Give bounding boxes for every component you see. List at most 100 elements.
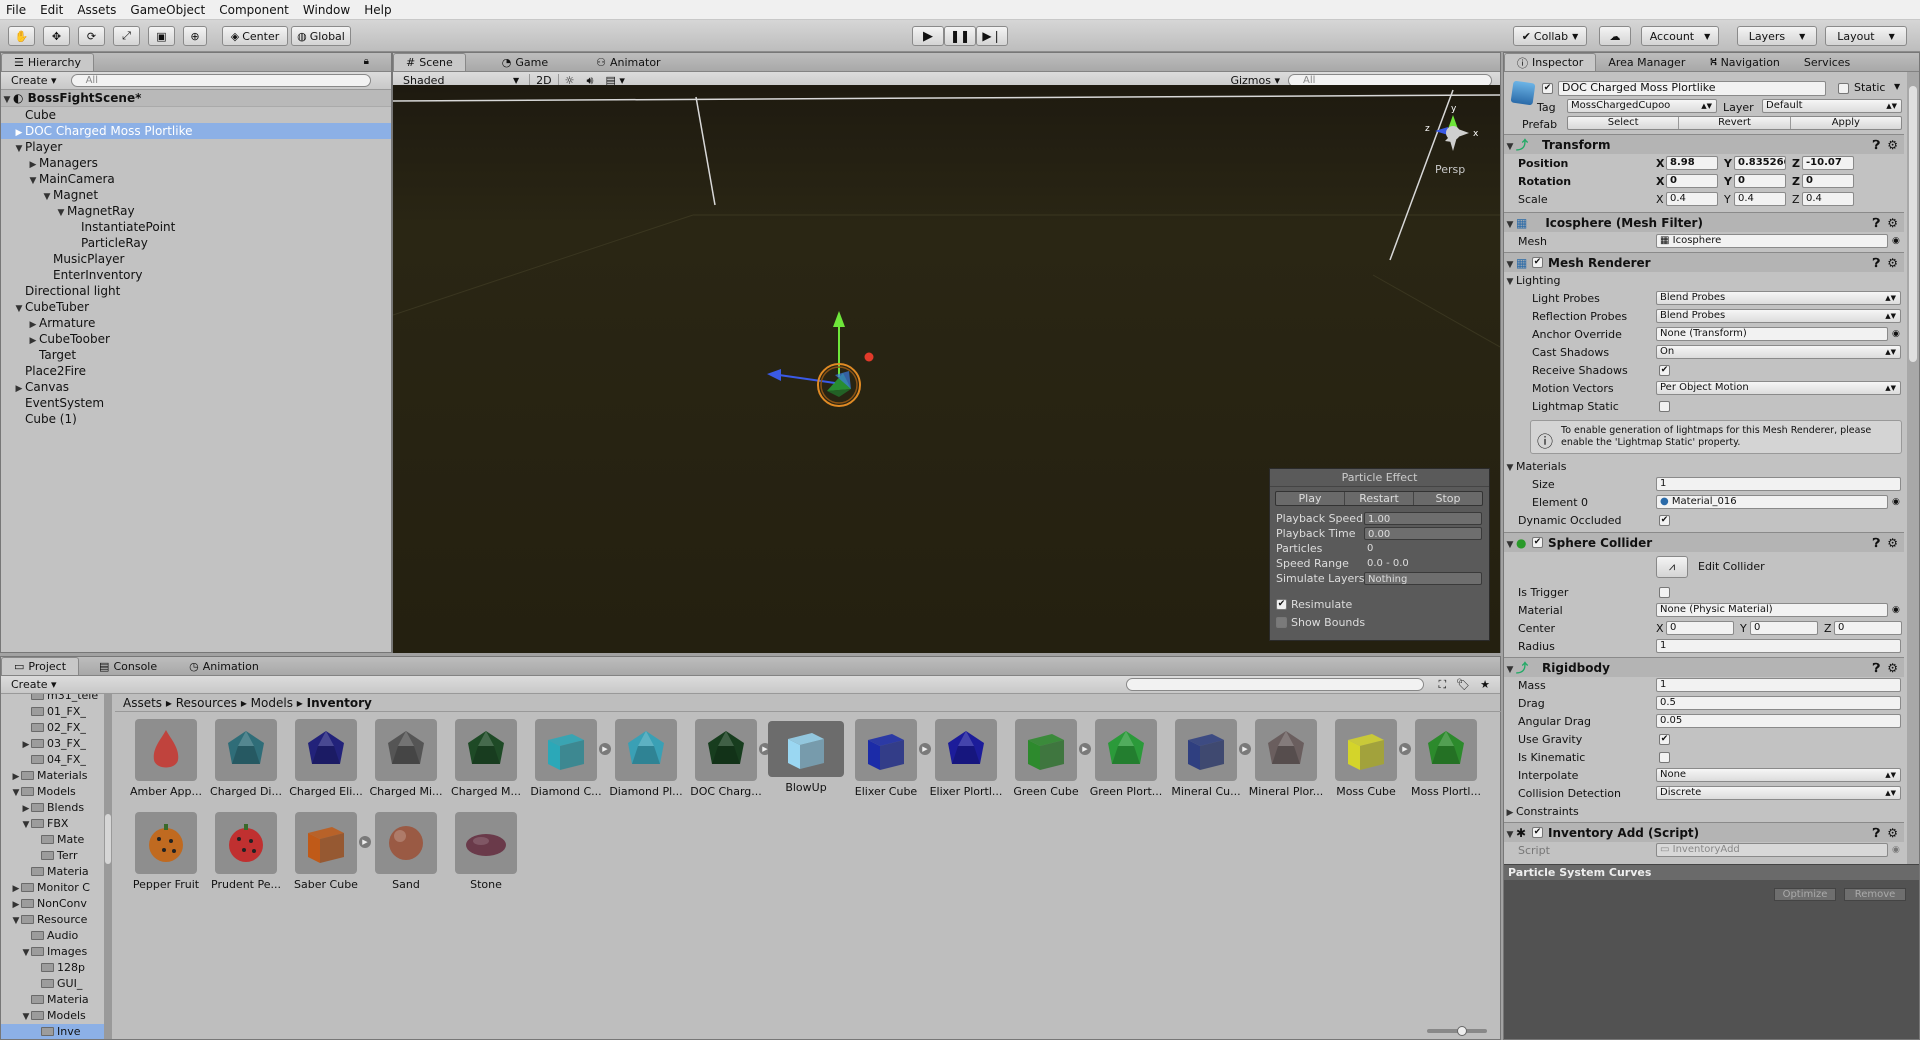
hierarchy-item[interactable]: EnterInventory [1, 267, 391, 283]
optimize-button[interactable]: Optimize [1774, 888, 1836, 901]
scale-x-field[interactable]: 0.4 [1666, 192, 1718, 206]
receive-shadows-checkbox[interactable]: ✔ [1659, 365, 1670, 376]
folder-tree-item[interactable]: m31_tele [1, 694, 109, 704]
asset-item[interactable]: Charged M... [447, 719, 525, 811]
tab-animator[interactable]: ⚇ Animator [584, 53, 672, 71]
gear-icon[interactable]: ⚙ [1887, 213, 1898, 233]
resimulate-row[interactable]: ✔ Resimulate [1276, 598, 1352, 611]
cast-shadows-dropdown[interactable]: On ▲▼ [1656, 345, 1901, 359]
help-icon[interactable]: ❓︎ [1873, 658, 1880, 678]
scale-y-field[interactable]: 0.4 [1734, 192, 1786, 206]
asset-item[interactable]: Diamond C... ▶ [527, 719, 611, 811]
breadcrumb-assets[interactable]: Assets [123, 696, 162, 710]
object-name-field[interactable]: DOC Charged Moss Plortlike [1558, 81, 1826, 96]
move-tool-button[interactable]: ✥ [43, 26, 70, 46]
asset-item[interactable]: Mineral Plor... [1247, 719, 1325, 811]
asset-item[interactable]: Charged Mi... [367, 719, 445, 811]
chevron-right-icon[interactable]: ▶ [11, 881, 21, 896]
help-icon[interactable]: ❓︎ [1873, 253, 1880, 273]
rotation-x-field[interactable]: 0 [1666, 174, 1718, 188]
lock-icon[interactable]: 🔒︎ [364, 56, 369, 67]
reflection-probes-dropdown[interactable]: Blend Probes ▲▼ [1656, 309, 1901, 323]
asset-item[interactable]: Moss Cube ▶ [1327, 719, 1411, 811]
layer-dropdown[interactable]: Default ▲▼ [1762, 99, 1902, 113]
hand-tool-button[interactable]: ✋ [8, 26, 35, 46]
hierarchy-item[interactable]: Target [1, 347, 391, 363]
prefab-select-button[interactable]: Select [1568, 117, 1678, 129]
chevron-right-icon[interactable]: ▶ [11, 769, 21, 784]
inspector-scrollbar[interactable] [1907, 72, 1919, 904]
rotate-tool-button[interactable]: ⟳ [78, 26, 105, 46]
particle-restart-button[interactable]: Restart [1344, 492, 1414, 505]
rigidbody-header[interactable]: ▼ ⤴ Rigidbody ❓︎ ⚙ [1504, 657, 1904, 677]
menu-help[interactable]: Help [364, 3, 391, 17]
inventory-add-enabled-checkbox[interactable]: ✔ [1532, 827, 1543, 838]
chevron-down-icon[interactable]: ▼ [1504, 137, 1516, 157]
breadcrumb-models[interactable]: Models [251, 696, 293, 710]
collision-detection-dropdown[interactable]: Discrete ▲▼ [1656, 786, 1901, 800]
help-icon[interactable]: ❓︎ [1873, 213, 1880, 233]
folder-tree-item[interactable]: Inve [1, 1024, 109, 1039]
cloud-button[interactable]: ☁ [1599, 26, 1631, 46]
folder-tree-item[interactable]: ▼ Models [1, 784, 109, 800]
folder-tree-item[interactable]: 01_FX_ [1, 704, 109, 720]
asset-item[interactable]: Amber App... [127, 719, 205, 811]
lighting-foldout[interactable]: ▼ Lighting [1504, 272, 1904, 289]
interpolate-dropdown[interactable]: None ▲▼ [1656, 768, 1901, 782]
inventory-add-header[interactable]: ▼ ✱ ✔ Inventory Add (Script) ❓︎ ⚙ [1504, 822, 1904, 842]
account-dropdown[interactable]: Account ▼ [1641, 26, 1719, 46]
chevron-down-icon[interactable]: ▼ [11, 785, 21, 800]
hierarchy-item[interactable]: Directional light [1, 283, 391, 299]
particle-curves-area[interactable]: Optimize Remove [1504, 880, 1919, 1039]
chevron-down-icon[interactable]: ▼ [21, 1009, 31, 1024]
hierarchy-item[interactable]: Place2Fire [1, 363, 391, 379]
menu-gameobject[interactable]: GameObject [130, 3, 205, 17]
motion-vectors-dropdown[interactable]: Per Object Motion ▲▼ [1656, 381, 1901, 395]
step-button[interactable]: ▶❘ [976, 26, 1008, 46]
particle-stat-value[interactable]: 0.00 [1364, 527, 1482, 540]
is-kinematic-checkbox[interactable] [1659, 752, 1670, 763]
hierarchy-item[interactable]: MusicPlayer [1, 251, 391, 267]
show-bounds-row[interactable]: Show Bounds [1276, 616, 1365, 629]
folder-tree-item[interactable]: ▼ FBX [1, 816, 109, 832]
chevron-down-icon[interactable]: ▼ [1894, 82, 1900, 91]
help-icon[interactable]: ❓︎ [1873, 823, 1880, 843]
gear-icon[interactable]: ⚙ [1887, 658, 1898, 678]
hierarchy-item[interactable]: EventSystem [1, 395, 391, 411]
project-search-input[interactable] [1126, 678, 1425, 691]
asset-item[interactable]: Green Cube ▶ [1007, 719, 1091, 811]
hierarchy-item[interactable]: InstantiatePoint [1, 219, 391, 235]
chevron-down-icon[interactable]: ▼ [1504, 460, 1516, 477]
lightmap-static-checkbox[interactable] [1659, 401, 1670, 412]
help-icon[interactable]: ❓︎ [1873, 135, 1880, 155]
menu-assets[interactable]: Assets [77, 3, 116, 17]
pause-button[interactable]: ❚❚ [944, 26, 976, 46]
layers-dropdown[interactable]: Layers ▼ [1737, 26, 1817, 46]
active-checkbox[interactable]: ✔ [1542, 83, 1553, 94]
hierarchy-item[interactable]: ▶ DOC Charged Moss Plortlike [1, 123, 391, 139]
chevron-right-icon[interactable]: ▶ [1504, 805, 1516, 822]
hierarchy-item[interactable]: ▶ Managers [1, 155, 391, 171]
prefab-apply-button[interactable]: Apply [1791, 117, 1901, 129]
tab-inspector[interactable]: ⓘ Inspector [1504, 53, 1597, 71]
resimulate-checkbox[interactable]: ✔ [1276, 599, 1287, 610]
gear-icon[interactable]: ⚙ [1887, 823, 1898, 843]
tab-animation[interactable]: ◷ Animation [177, 657, 271, 675]
menu-edit[interactable]: Edit [40, 3, 63, 17]
asset-item[interactable]: Charged Di... [207, 719, 285, 811]
hierarchy-item[interactable]: ▼ MainCamera [1, 171, 391, 187]
hierarchy-item[interactable]: ▼ CubeTuber [1, 299, 391, 315]
chevron-down-icon[interactable]: ▼ [21, 945, 31, 960]
object-picker-icon[interactable]: ◉ [1892, 233, 1900, 250]
collider-material-field[interactable]: None (Physic Material) [1656, 603, 1888, 617]
gear-icon[interactable]: ⚙ [1887, 253, 1898, 273]
asset-item[interactable]: Mineral Cu... ▶ [1167, 719, 1251, 811]
folder-tree-item[interactable]: ▶ Blends [1, 800, 109, 816]
folder-tree-item[interactable]: 128p [1, 960, 109, 976]
scale-z-field[interactable]: 0.4 [1802, 192, 1854, 206]
folder-tree-item[interactable]: 02_FX_ [1, 720, 109, 736]
folder-tree-item[interactable]: ▼ Resource [1, 912, 109, 928]
gear-icon[interactable]: ⚙ [1887, 135, 1898, 155]
asset-item[interactable]: Charged Eli... [287, 719, 365, 811]
menu-component[interactable]: Component [219, 3, 289, 17]
